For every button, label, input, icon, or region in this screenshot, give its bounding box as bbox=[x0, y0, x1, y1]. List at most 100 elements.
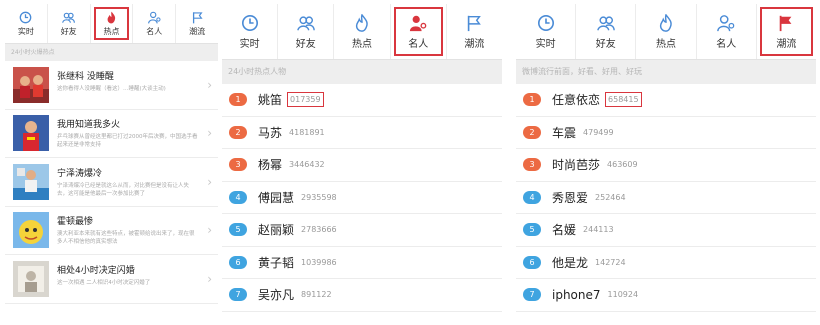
rank-badge: 6 bbox=[523, 255, 541, 269]
celebrity-name: 赵丽颖 bbox=[258, 223, 295, 238]
tab-trend[interactable]: 潮流 bbox=[176, 4, 218, 43]
mention-count: 142724 bbox=[595, 257, 626, 267]
ranking-row[interactable]: 2 车震 479499 bbox=[516, 117, 816, 149]
news-item[interactable]: 相处4小时决定闪婚 这一次相遇 二人相识4小时决定闪婚了 › bbox=[5, 255, 218, 304]
celebrity-name: 黄子韬 bbox=[258, 255, 295, 270]
rank-badge: 6 bbox=[229, 255, 247, 269]
section-header: 微博流行前面，好看、好用、好玩 bbox=[516, 60, 816, 84]
flame-icon bbox=[107, 11, 116, 23]
mention-count: 891122 bbox=[301, 290, 332, 300]
tab-friends[interactable]: 好友 bbox=[576, 4, 637, 59]
tab-label: 潮流 bbox=[776, 38, 797, 50]
ranking-row[interactable]: 7 吴亦凡 891122 bbox=[222, 279, 502, 312]
tab-label: 实时 bbox=[17, 26, 34, 36]
rank-badge: 3 bbox=[229, 158, 247, 172]
chevron-right-icon: › bbox=[207, 223, 212, 238]
friends-icon bbox=[596, 15, 615, 30]
tab-trend[interactable]: 潮流 bbox=[757, 4, 816, 59]
ranking-row[interactable]: 4 傅园慧 2935598 bbox=[222, 182, 502, 214]
celebrity-icon bbox=[410, 15, 427, 31]
mention-count: 2935598 bbox=[301, 192, 337, 202]
ranking-row[interactable]: 5 名媛 244113 bbox=[516, 214, 816, 247]
trend-name: iphone7 bbox=[552, 287, 601, 302]
athlete-thumbnail bbox=[13, 115, 49, 152]
tab-bar: 实时 好友 热点 名人 潮流 bbox=[222, 4, 502, 60]
tab-celebrity[interactable]: 名人 bbox=[697, 4, 757, 59]
clock-icon bbox=[241, 14, 258, 31]
rank-badge: 1 bbox=[229, 93, 247, 107]
rank-badge: 1 bbox=[523, 93, 541, 107]
flag-icon bbox=[468, 15, 482, 31]
tab-hot[interactable]: 热点 bbox=[91, 4, 134, 43]
tab-label: 名人 bbox=[716, 38, 737, 50]
tab-realtime[interactable]: 实时 bbox=[5, 4, 48, 43]
chevron-right-icon: › bbox=[207, 271, 212, 286]
celebrity-name: 姚笛 bbox=[258, 93, 283, 108]
tab-realtime[interactable]: 实时 bbox=[516, 4, 577, 59]
news-item[interactable]: 霍顿最惨 澳大利亚本来就有这些特点，被霍顿给说出来了，现在很多人不相信他的真实想… bbox=[5, 207, 218, 255]
news-summary: 宁泽涛爆冷已经是就这么从而，对比赛但是没有让人失去，这可能是他最后一次参加比赛了 bbox=[57, 182, 190, 197]
mention-count: 2783666 bbox=[301, 225, 337, 235]
celebrity-name: 傅园慧 bbox=[258, 190, 295, 205]
celebrity-name: 杨幂 bbox=[258, 158, 283, 173]
chevron-right-icon: › bbox=[207, 77, 212, 92]
rank-badge: 5 bbox=[229, 223, 247, 237]
tab-label: 名人 bbox=[146, 26, 163, 36]
tab-friends[interactable]: 好友 bbox=[278, 4, 335, 59]
news-item[interactable]: 我用知道我多火 乒乓球赛从曾经这里都已打过2000年后决赛，中国选手看起来还是非… bbox=[5, 110, 218, 158]
tab-hot[interactable]: 热点 bbox=[334, 4, 391, 59]
celebrity-name: 吴亦凡 bbox=[258, 288, 295, 303]
chevron-right-icon: › bbox=[207, 174, 212, 189]
tab-label: 热点 bbox=[352, 38, 372, 50]
ranking-row[interactable]: 3 杨幂 3446432 bbox=[222, 149, 502, 182]
swimmer-thumbnail bbox=[13, 163, 49, 200]
tab-label: 实时 bbox=[535, 38, 556, 50]
tab-realtime[interactable]: 实时 bbox=[222, 4, 279, 59]
trend-name: 名媛 bbox=[552, 223, 577, 238]
celebrity-icon bbox=[147, 11, 161, 23]
mention-count: 479499 bbox=[583, 127, 614, 137]
section-header: 24小时火爆热点 bbox=[5, 44, 218, 61]
mention-count: 244113 bbox=[583, 225, 614, 235]
tab-celebrity[interactable]: 名人 bbox=[133, 4, 177, 43]
news-title: 我用知道我多火 bbox=[57, 120, 121, 131]
ranking-row[interactable]: 6 他是龙 142724 bbox=[516, 247, 816, 279]
ranking-row[interactable]: 1 任意依恋 658415 bbox=[516, 84, 816, 117]
tab-friends[interactable]: 好友 bbox=[48, 4, 91, 43]
ranking-row[interactable]: 1 姚笛 017359 bbox=[222, 84, 502, 117]
tab-hot[interactable]: 热点 bbox=[636, 4, 697, 59]
tab-bar: 实时 好友 热点 名人 潮流 bbox=[5, 4, 218, 44]
rank-badge: 4 bbox=[523, 190, 541, 204]
news-title: 相处4小时决定闪婚 bbox=[57, 265, 135, 276]
news-item[interactable]: 张继科 没睡醒 这你看得人没睡醒（看这）…睡醒(大谈主动) › bbox=[5, 61, 218, 110]
tab-label: 潮流 bbox=[464, 38, 485, 50]
ranking-row[interactable]: 4 秀恩爱 252464 bbox=[516, 182, 816, 214]
flag-icon bbox=[192, 11, 203, 23]
tab-label: 名人 bbox=[408, 38, 429, 50]
rank-badge: 2 bbox=[229, 125, 247, 139]
tab-celebrity[interactable]: 名人 bbox=[391, 4, 447, 59]
tab-label: 好友 bbox=[60, 26, 77, 36]
trend-name: 任意依恋 bbox=[552, 93, 601, 108]
flame-icon bbox=[659, 13, 672, 32]
mention-count: 110924 bbox=[607, 290, 639, 300]
rank-badge: 7 bbox=[523, 288, 541, 302]
ranking-row[interactable]: 7 iphone7 110924 bbox=[516, 279, 816, 312]
section-header: 24小时热点人物 bbox=[222, 60, 502, 84]
news-item[interactable]: 宁泽涛爆冷 宁泽涛爆冷已经是就这么从而，对比赛但是没有让人失去，这可能是他最后一… bbox=[5, 158, 218, 207]
ranking-row[interactable]: 5 赵丽颖 2783666 bbox=[222, 214, 502, 247]
news-summary: 这一次相遇 二人相识4小时决定闪婚了 bbox=[57, 279, 151, 286]
trend-name: 秀恩爱 bbox=[552, 190, 589, 205]
celebrity-icon bbox=[717, 14, 735, 31]
ranking-row[interactable]: 6 黄子韬 1039986 bbox=[222, 247, 502, 279]
mention-count: 1039986 bbox=[301, 257, 337, 267]
rank-badge: 4 bbox=[229, 190, 247, 204]
celebrity-ranking-screen: 实时 好友 热点 名人 潮流 24小时热点人物 1 姚笛 017359 2 马苏… bbox=[222, 4, 502, 320]
news-title: 宁泽涛爆冷 bbox=[57, 168, 103, 179]
rank-badge: 7 bbox=[229, 288, 247, 302]
tab-trend[interactable]: 潮流 bbox=[447, 4, 502, 59]
ranking-row[interactable]: 2 马苏 4181891 bbox=[222, 117, 502, 149]
clock-icon bbox=[20, 11, 32, 23]
ranking-row[interactable]: 3 时尚芭莎 463609 bbox=[516, 149, 816, 182]
tab-label: 好友 bbox=[295, 38, 316, 50]
